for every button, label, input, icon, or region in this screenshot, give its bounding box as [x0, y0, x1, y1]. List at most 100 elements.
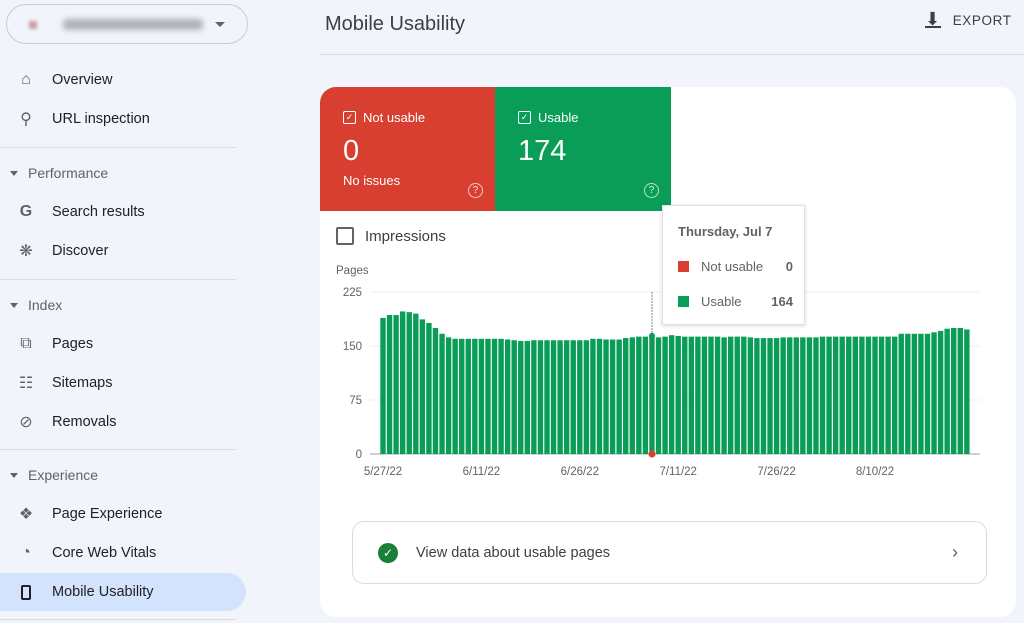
bar: [432, 328, 439, 454]
sidebar-item-overview[interactable]: ⌂ Overview: [0, 61, 246, 99]
sidebar-item-page-experience[interactable]: ❖ Page Experience: [0, 495, 246, 533]
checkbox-checked-icon[interactable]: ✓: [518, 111, 531, 124]
bar: [826, 336, 832, 454]
export-label: EXPORT: [952, 12, 1012, 28]
bar: [518, 340, 524, 454]
bar: [859, 336, 865, 454]
tile-label: Usable: [538, 110, 579, 125]
sidebar-item-label: Pages: [52, 336, 94, 352]
phone-icon: [17, 584, 35, 600]
bar: [445, 337, 452, 454]
not-usable-tile[interactable]: ✓ Not usable 0 No issues ?: [320, 87, 495, 211]
x-tick-label: 5/27/22: [364, 466, 402, 478]
bar: [931, 332, 937, 454]
bar: [531, 340, 537, 454]
divider: [0, 147, 236, 148]
bar: [832, 336, 839, 454]
bar: [852, 336, 859, 454]
bar: [590, 338, 596, 454]
bar: [550, 340, 557, 454]
bar: [603, 339, 609, 454]
section-label: Experience: [28, 467, 99, 483]
bar: [846, 336, 852, 454]
bar: [891, 336, 898, 454]
property-favicon: [29, 21, 37, 29]
bar: [878, 336, 885, 454]
checkbox-checked-icon[interactable]: ✓: [343, 111, 356, 124]
bar: [714, 336, 721, 454]
page-experience-icon: ❖: [18, 506, 34, 523]
bar: [682, 336, 688, 454]
bar: [616, 339, 622, 454]
sidebar-item-sitemaps[interactable]: ☷ Sitemaps: [0, 364, 246, 402]
property-name-blurred: [63, 19, 203, 30]
bar: [642, 336, 649, 454]
asterisk-icon: ❋: [19, 243, 33, 260]
sidebar-item-search-results[interactable]: G Search results: [0, 193, 246, 231]
usable-tile[interactable]: ✓ Usable 174 ?: [495, 87, 671, 211]
sidebar-item-pages[interactable]: ⧉ Pages: [0, 325, 246, 363]
hover-point-usable: [648, 332, 655, 339]
tooltip-row-not-usable: Not usable 0: [678, 259, 793, 274]
sidebar-item-label: Page Experience: [52, 506, 163, 522]
caret-down-icon: [10, 302, 18, 308]
bar: [813, 337, 819, 454]
bar: [701, 336, 708, 454]
sidebar-item-removals[interactable]: ⊘ Removals: [0, 403, 246, 441]
sidebar-item-label: Mobile Usability: [52, 584, 154, 600]
bar: [459, 338, 465, 454]
bar: [478, 338, 485, 454]
gauge-icon: ◔: [21, 544, 31, 561]
bar: [773, 338, 780, 454]
tile-subtext: No issues: [343, 173, 401, 188]
report-card: ✓ Not usable 0 No issues ? ✓ Usable 174 ? …: [320, 87, 1016, 617]
bar: [393, 315, 399, 454]
chevron-down-icon: [215, 22, 225, 27]
page-title: Mobile Usability: [325, 13, 466, 35]
bar: [465, 338, 471, 454]
checkbox-unchecked-icon[interactable]: [336, 227, 354, 245]
impressions-toggle[interactable]: Impressions: [336, 227, 446, 245]
export-button[interactable]: ⬇ EXPORT: [925, 10, 1012, 28]
chevron-right-icon: ›: [952, 542, 958, 562]
y-tick-label: 0: [356, 449, 362, 461]
help-icon[interactable]: ?: [468, 183, 483, 198]
eye-off-icon: ⊘: [19, 414, 33, 431]
bar: [839, 336, 845, 454]
bar: [668, 335, 675, 454]
tooltip-label: Not usable: [701, 259, 764, 274]
tooltip-date: Thursday, Jul 7: [678, 224, 773, 239]
search-icon: ⚲: [20, 111, 32, 128]
bar: [504, 339, 511, 454]
section-performance[interactable]: Performance: [10, 165, 108, 181]
sidebar-item-url-inspection[interactable]: ⚲ URL inspection: [0, 100, 246, 138]
sidebar-item-discover[interactable]: ❋ Discover: [0, 232, 246, 270]
y-tick-label: 75: [349, 395, 362, 407]
bar: [898, 333, 904, 454]
section-experience[interactable]: Experience: [10, 467, 98, 483]
tooltip-label: Usable: [701, 294, 742, 309]
property-selector[interactable]: [6, 4, 248, 44]
bar: [537, 340, 544, 454]
bar: [951, 328, 957, 454]
sidebar-item-label: URL inspection: [52, 111, 150, 127]
pages-icon: ⧉: [20, 335, 32, 352]
bar: [386, 315, 393, 454]
bar: [944, 328, 950, 454]
sidebar-item-label: Overview: [52, 72, 113, 88]
sidebar-item-mobile-usability[interactable]: Mobile Usability: [0, 573, 246, 611]
help-icon[interactable]: ?: [644, 183, 659, 198]
bar: [413, 313, 419, 454]
sidebar-item-core-web-vitals[interactable]: ◔ Core Web Vitals: [0, 534, 246, 572]
view-usable-pages-link[interactable]: ✓ View data about usable pages ›: [352, 521, 987, 584]
bar: [747, 337, 754, 454]
bar: [662, 336, 668, 454]
home-icon: ⌂: [21, 71, 31, 88]
bar: [911, 333, 918, 454]
bar: [721, 337, 727, 454]
section-index[interactable]: Index: [10, 297, 62, 313]
bar: [426, 322, 432, 454]
section-label: Performance: [28, 165, 109, 181]
usable-pages-chart: Pages 0 75 150 225 5/27/22 6/11/22 6/26/22 7/11…: [336, 265, 980, 478]
tile-value: 174: [518, 135, 567, 167]
